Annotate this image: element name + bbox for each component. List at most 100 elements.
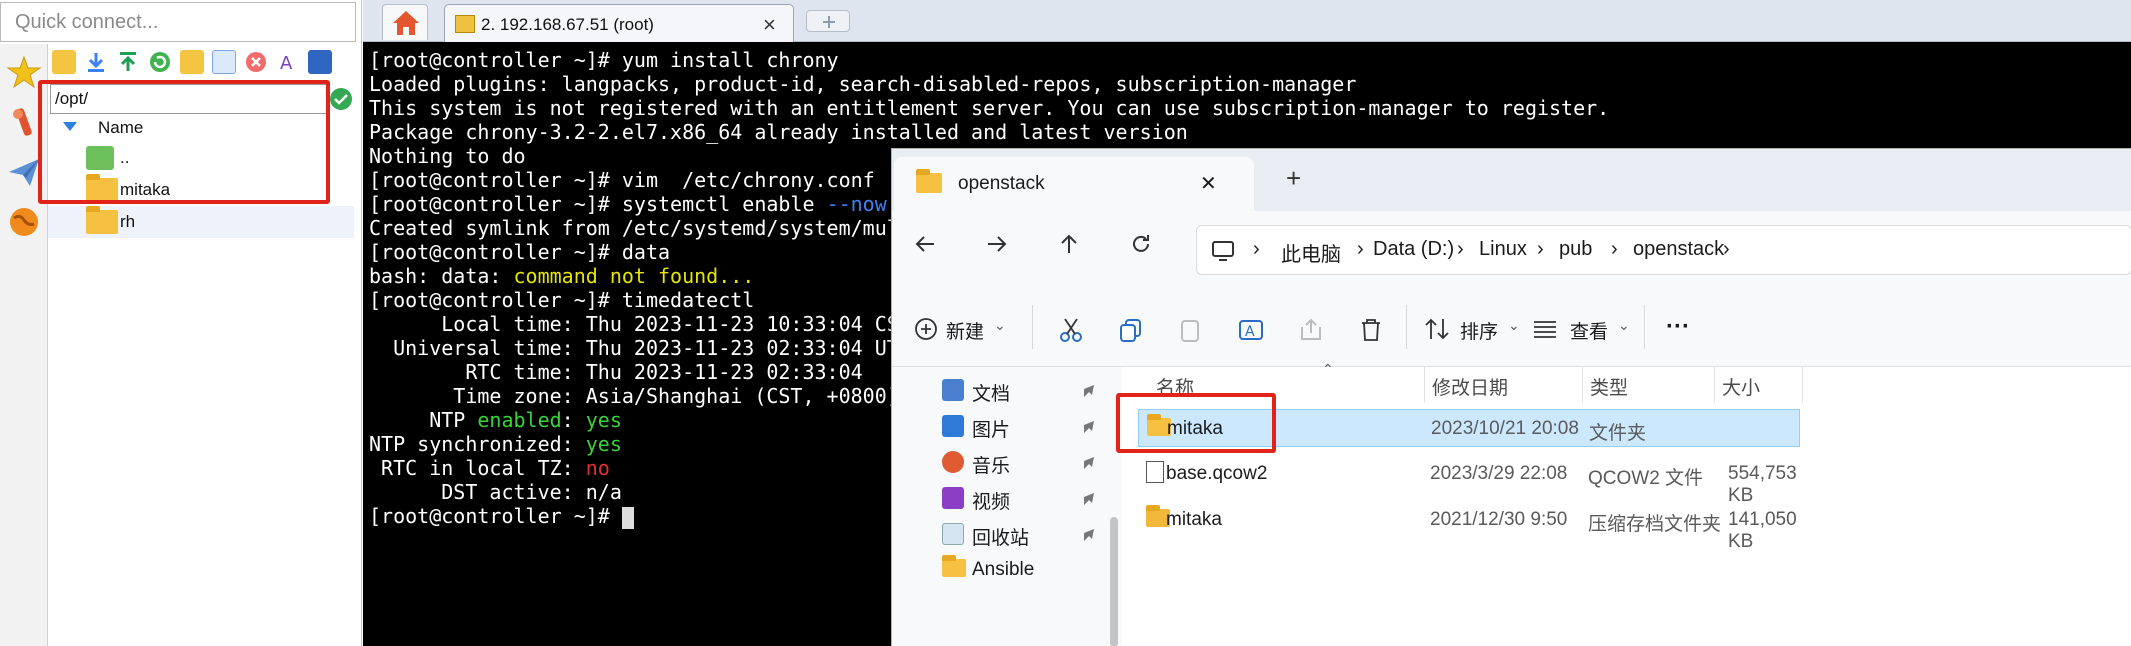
download-icon[interactable] — [84, 50, 108, 74]
table-row[interactable]: base.qcow2 2023/3/29 22:08 QCOW2 文件 554,… — [1138, 455, 1800, 506]
breadcrumb-linux[interactable]: Linux — [1479, 238, 1527, 261]
view-label: 查看 — [1570, 322, 1609, 343]
file-size: 141,050 KB — [1728, 509, 1797, 552]
nav-item-documents[interactable]: 文档 — [972, 379, 1010, 406]
file-date: 2021/12/30 9:50 — [1430, 509, 1568, 530]
new-folder-icon[interactable] — [180, 50, 204, 74]
sync-terminal-icon[interactable] — [308, 50, 332, 74]
column-divider[interactable] — [1424, 367, 1425, 403]
file-date: 2023/3/29 22:08 — [1430, 463, 1568, 484]
terminal-text: This system is not registered with an en… — [369, 96, 1610, 120]
pin-icon[interactable] — [1082, 491, 1094, 505]
breadcrumb-separator: › — [1537, 238, 1544, 260]
pictures-icon — [942, 415, 964, 437]
new-tab-button[interactable] — [806, 10, 850, 32]
terminal-line: Package chrony-3.2-2.el7.x86_64 already … — [369, 120, 2131, 144]
terminal-text: [root@controller ~]# — [369, 504, 622, 528]
terminal-text: enabled — [477, 408, 562, 432]
breadcrumb-this-pc[interactable]: 此电脑 — [1281, 238, 1341, 267]
recycle-bin-icon — [942, 523, 964, 545]
terminal-text: command not found... — [513, 264, 755, 288]
forward-icon[interactable] — [986, 233, 1008, 260]
annotation-red-box — [1116, 393, 1276, 453]
terminal-text: DST active: n/a — [369, 480, 622, 504]
rename-icon[interactable]: A — [1238, 317, 1264, 343]
nav-item-music[interactable]: 音乐 — [972, 451, 1010, 478]
paste-icon[interactable] — [1178, 317, 1204, 343]
column-divider[interactable] — [1714, 367, 1715, 403]
more-options-button[interactable]: ··· — [1666, 313, 1690, 341]
column-header-date[interactable]: 修改日期 — [1432, 373, 1508, 400]
refresh-icon[interactable] — [148, 50, 172, 74]
terminal-text: Loaded plugins: langpacks, product-id, s… — [369, 72, 1357, 96]
nav-item-recycle-bin[interactable]: 回收站 — [972, 523, 1029, 550]
nav-item-pictures[interactable]: 图片 — [972, 415, 1010, 442]
folder-icon — [86, 206, 118, 234]
terminal-text: Time zone: Asia/Shanghai (CST, +0800) — [369, 384, 899, 408]
table-row[interactable]: mitaka 2021/12/30 9:50 压缩存档文件夹 141,050 K… — [1138, 501, 1800, 552]
breadcrumb-pub[interactable]: pub — [1559, 238, 1592, 261]
file-name: mitaka — [1166, 509, 1222, 530]
tab-close-icon[interactable]: × — [763, 12, 776, 38]
quick-connect-input[interactable]: Quick connect... — [0, 2, 356, 42]
tree-item-rh[interactable]: rh — [120, 212, 135, 232]
explorer-new-tab-button[interactable]: + — [1286, 163, 1301, 194]
terminal-text: : — [561, 408, 586, 432]
send-icon[interactable] — [6, 154, 42, 190]
home-tab[interactable] — [382, 4, 428, 40]
terminal-text: Universal time: Thu 2023-11-23 02:33:04 … — [369, 336, 899, 360]
column-divider[interactable] — [1802, 367, 1803, 403]
terminal-text: Local time: Thu 2023-11-23 10:33:04 CS — [369, 312, 899, 336]
delete-icon[interactable] — [1358, 317, 1384, 343]
upload-icon[interactable] — [116, 50, 140, 74]
delete-icon[interactable] — [244, 50, 268, 74]
divider — [1406, 305, 1407, 349]
annotation-red-box — [38, 80, 330, 204]
chevron-down-icon: ⌄ — [1508, 317, 1520, 333]
parent-folder-icon[interactable] — [52, 50, 76, 74]
terminal-text: [root@controller ~]# vim /etc/chrony.con… — [369, 168, 875, 192]
divider — [1032, 305, 1033, 349]
refresh-icon[interactable] — [1130, 233, 1152, 260]
pin-icon[interactable] — [1082, 383, 1094, 397]
explorer-command-bar: 新建 ⌄ A 排序 ⌄ 查看 ⌄ ··· — [892, 291, 2131, 367]
file-type: QCOW2 文件 — [1588, 468, 1704, 489]
breadcrumb-openstack[interactable]: openstack — [1633, 238, 1724, 261]
back-icon[interactable] — [914, 233, 936, 260]
nav-scrollbar[interactable] — [1110, 517, 1118, 646]
new-file-icon[interactable] — [212, 50, 236, 74]
terminal-line: [root@controller ~]# yum install chrony — [369, 48, 2131, 72]
file-type: 文件夹 — [1589, 423, 1647, 444]
breadcrumb-separator: › — [1253, 238, 1260, 260]
computer-icon — [1211, 240, 1235, 267]
breadcrumb-drive[interactable]: Data (D:) — [1373, 238, 1454, 261]
pin-icon[interactable] — [1082, 455, 1094, 469]
music-icon — [942, 451, 964, 473]
svg-text:A: A — [280, 53, 293, 74]
terminal-text: [root@controller ~]# data — [369, 240, 671, 264]
terminal-line: Loaded plugins: langpacks, product-id, s… — [369, 72, 2131, 96]
cut-icon[interactable] — [1058, 317, 1084, 343]
nav-item-videos[interactable]: 视频 — [972, 487, 1010, 514]
pin-icon[interactable] — [1082, 419, 1094, 433]
star-icon[interactable] — [6, 54, 42, 90]
copy-icon[interactable] — [1118, 317, 1144, 343]
column-header-size[interactable]: 大小 — [1722, 373, 1760, 400]
explorer-tab-close-icon[interactable]: ✕ — [1200, 171, 1217, 196]
share-icon[interactable] — [1298, 317, 1324, 343]
explorer-tab[interactable]: openstack ✕ — [894, 157, 1254, 211]
up-icon[interactable] — [1058, 233, 1080, 260]
rename-icon[interactable]: A — [276, 50, 300, 74]
nav-item-ansible[interactable]: Ansible — [972, 559, 1034, 581]
new-label: 新建 — [946, 322, 985, 343]
tab-ssh-session[interactable]: 2. 192.168.67.51 (root) × — [444, 4, 794, 42]
column-divider[interactable] — [1582, 367, 1583, 403]
breadcrumb-separator: › — [1457, 238, 1464, 260]
confirm-path-icon[interactable] — [330, 88, 352, 110]
view-icon — [1534, 321, 1556, 338]
globe-icon[interactable] — [6, 204, 42, 240]
column-header-type[interactable]: 类型 — [1590, 373, 1628, 400]
pin-icon[interactable] — [1082, 527, 1094, 541]
tools-icon[interactable] — [6, 104, 42, 140]
address-bar[interactable]: › 此电脑 › Data (D:) › Linux › pub › openst… — [1196, 225, 2131, 275]
